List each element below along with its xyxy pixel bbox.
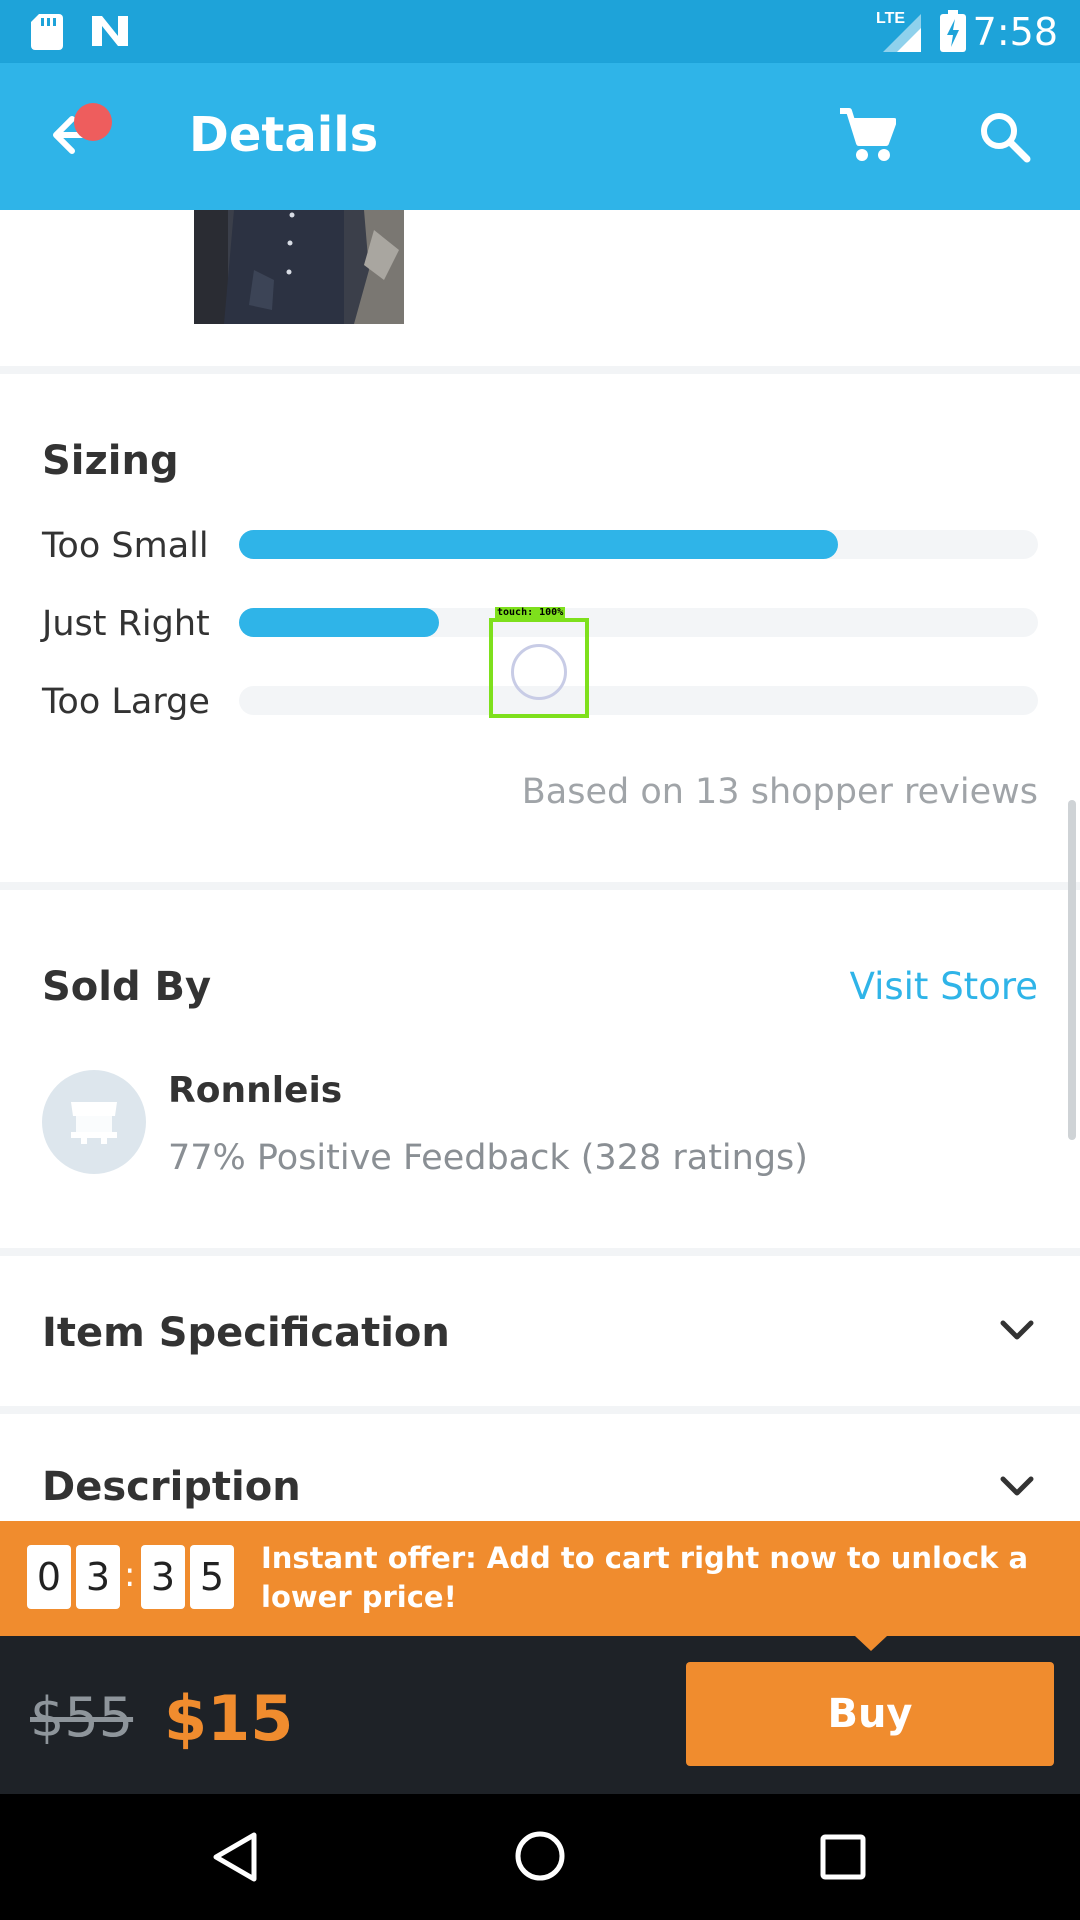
buy-button[interactable]: Buy (686, 1662, 1054, 1766)
sizing-label-too-large: Too Large (42, 682, 210, 722)
sizing-footnote: Based on 13 shopper reviews (521, 772, 1038, 812)
system-nav-bar (0, 1794, 1080, 1920)
item-specification-title: Item Specification (42, 1310, 450, 1356)
touch-indicator-label: touch: 100% (495, 607, 566, 618)
sizing-label-just-right: Just Right (42, 604, 210, 644)
search-icon[interactable] (979, 111, 1031, 163)
countdown-digit: 0 (27, 1545, 71, 1609)
chevron-down-icon (1000, 1476, 1034, 1496)
cart-icon[interactable] (838, 107, 896, 163)
instant-offer-text: Instant offer: Add to cart right now to … (261, 1541, 1029, 1614)
clock: 7:58 (972, 10, 1058, 54)
store-avatar[interactable] (42, 1070, 146, 1174)
sizing-bar-too-small (239, 530, 1038, 559)
nav-recents-icon[interactable] (820, 1834, 866, 1880)
app-bar: Details (0, 63, 1080, 210)
product-image-section (0, 210, 1080, 366)
visit-store-link[interactable]: Visit Store (850, 965, 1038, 1008)
sizing-bar-fill (239, 530, 839, 559)
countdown-digit: 3 (76, 1545, 120, 1609)
n-notification-icon (92, 16, 128, 46)
instant-offer-banner[interactable]: 0 3 : 3 5 Instant offer: Add to cart rig… (0, 1521, 1080, 1636)
nav-home-icon[interactable] (514, 1830, 566, 1882)
sizing-label-too-small: Too Small (42, 526, 209, 566)
sizing-bar-fill (239, 608, 439, 637)
status-bar: LTE 7:58 (0, 0, 1080, 63)
offer-pointer (855, 1636, 887, 1651)
touch-indicator: touch: 100% (489, 607, 589, 718)
countdown-separator: : (124, 1555, 136, 1595)
scrollbar[interactable] (1068, 800, 1076, 1140)
signal-icon (883, 14, 921, 52)
storefront-icon (71, 1102, 117, 1144)
item-specification-row[interactable]: Item Specification (0, 1256, 1080, 1406)
seller-section: Sold By Visit Store Ronnleis 77% Positiv… (0, 890, 1080, 1248)
chevron-down-icon (1000, 1320, 1034, 1340)
page-title: Details (189, 107, 379, 163)
battery-charging-icon (940, 10, 966, 52)
sizing-bar-just-right (239, 608, 1038, 637)
product-thumbnail[interactable] (194, 210, 404, 324)
seller-feedback: 77% Positive Feedback (328 ratings) (168, 1138, 808, 1178)
nav-back-icon[interactable] (212, 1832, 258, 1882)
section-divider (0, 1248, 1080, 1256)
description-row[interactable]: Description (0, 1414, 1080, 1521)
description-title: Description (42, 1464, 301, 1510)
sale-price: $15 (164, 1682, 294, 1755)
section-divider (0, 366, 1080, 374)
sold-by-title: Sold By (42, 964, 212, 1010)
sizing-title: Sizing (42, 438, 179, 484)
original-price: $55 (30, 1686, 134, 1749)
seller-name[interactable]: Ronnleis (168, 1070, 342, 1111)
section-divider (0, 882, 1080, 890)
notification-dot (74, 103, 112, 141)
buy-bar: $55 $15 Buy (0, 1636, 1080, 1794)
countdown-digit: 3 (141, 1545, 185, 1609)
sizing-bar-too-large (239, 686, 1038, 715)
sd-card-icon (31, 14, 63, 50)
touch-circle (511, 644, 567, 700)
section-divider (0, 1406, 1080, 1414)
countdown-digit: 5 (190, 1545, 234, 1609)
